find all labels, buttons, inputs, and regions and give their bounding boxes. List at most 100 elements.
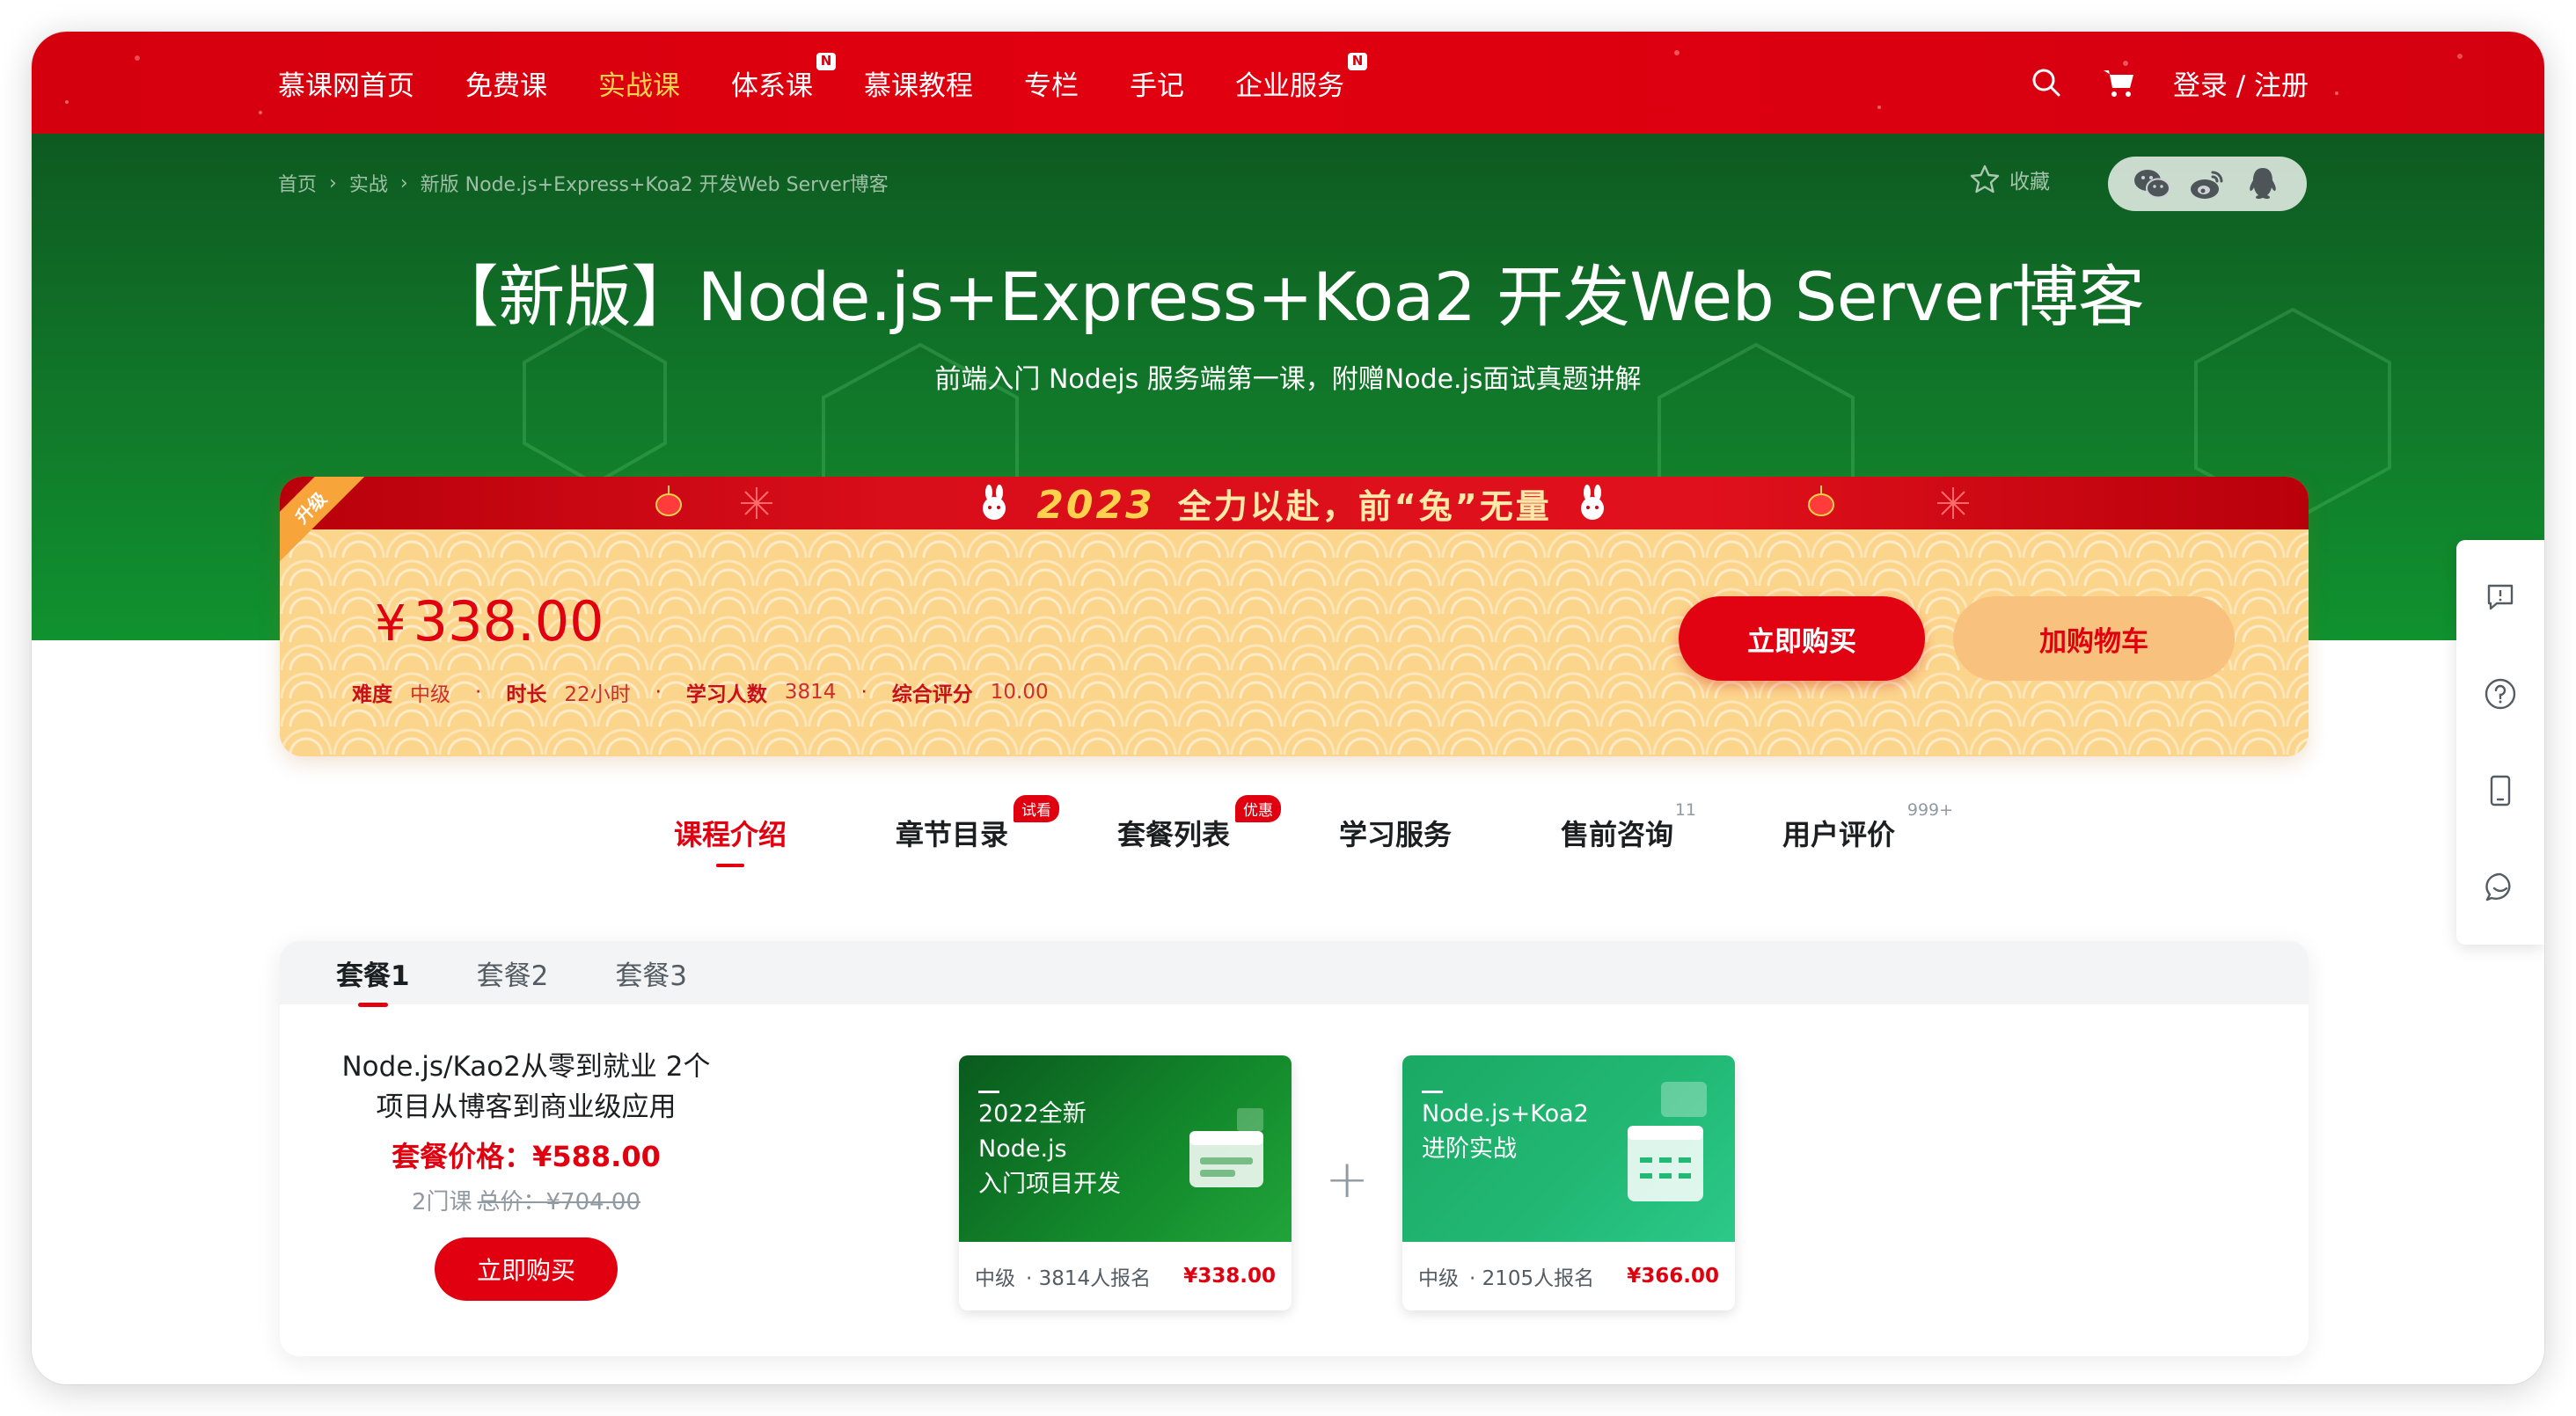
plus-sign: + bbox=[1325, 1149, 1370, 1210]
search-icon[interactable] bbox=[2029, 65, 2064, 100]
breadcrumb-current: 新版 Node.js+Express+Koa2 开发Web Server博客 bbox=[420, 174, 889, 196]
package-total: 2门课 总价：¥704.00 bbox=[411, 1189, 641, 1215]
course-level: 中级 bbox=[1418, 1267, 1459, 1290]
promo-year: 2023 bbox=[1036, 482, 1155, 528]
consultation-count: 11 bbox=[1674, 800, 1697, 820]
package-course-card[interactable]: Node.js+Koa2 进阶实战 中级 · 2105人报名 ¥366.00 bbox=[1402, 1055, 1735, 1310]
rating-value: 10.00 bbox=[990, 681, 1049, 704]
rating-label: 综合评分 bbox=[891, 683, 973, 706]
course-title: 【新版】Node.js+Express+Koa2 开发Web Server博客 bbox=[431, 258, 2145, 336]
package-tab-1[interactable]: 套餐1 bbox=[336, 953, 410, 1007]
difficulty-label: 难度 bbox=[352, 683, 392, 706]
course-subtitle: 前端入门 Nodejs 服务端第一课，附赠Node.js面试真题讲解 bbox=[934, 364, 1642, 395]
course-card-footer: 中级 · 3814人报名 ¥338.00 bbox=[959, 1242, 1292, 1310]
right-sidebar bbox=[2456, 540, 2544, 945]
package-tabs: 套餐1 套餐2 套餐3 bbox=[280, 941, 2309, 1007]
nav-link-home[interactable]: 慕课网首页 bbox=[278, 63, 414, 103]
mobile-icon[interactable] bbox=[2481, 771, 2520, 810]
learners-value: 3814 bbox=[784, 681, 837, 704]
learners-label: 学习人数 bbox=[685, 683, 767, 706]
nav-right: 登录 / 注册 bbox=[2029, 32, 2309, 134]
price-card-body: ¥338.00 难度 中级 · 时长 22小时 · 学习人数 3814 · 综合… bbox=[280, 529, 2309, 756]
top-navigation: 慕课网首页 免费课 实战课 体系课 N 慕课教程 专栏 手记 企业服务 N 登录 /… bbox=[32, 32, 2544, 134]
tab-chapters[interactable]: 章节目录 试看 bbox=[896, 795, 1059, 883]
nav-link-system[interactable]: 体系课 N bbox=[731, 52, 836, 103]
tab-reviews[interactable]: 用户评价 999+ bbox=[1782, 800, 1953, 883]
star-icon bbox=[1970, 164, 2000, 193]
nav-link-free[interactable]: 免费课 bbox=[465, 63, 547, 103]
meta-separator: · bbox=[655, 681, 662, 704]
login-register-link[interactable]: 登录 / 注册 bbox=[2173, 63, 2309, 103]
cover-title: 2022全新 Node.js 入门项目开发 bbox=[978, 1091, 1121, 1202]
breadcrumb-home[interactable]: 首页 bbox=[278, 169, 317, 197]
breadcrumb-separator: › bbox=[399, 172, 408, 194]
breadcrumb-practical[interactable]: 实战 bbox=[349, 169, 388, 197]
tab-services[interactable]: 学习服务 bbox=[1339, 813, 1452, 883]
meta-separator: · bbox=[475, 681, 482, 704]
course-card-footer: 中级 · 2105人报名 ¥366.00 bbox=[1402, 1242, 1735, 1310]
tab-consultation[interactable]: 售前咨询 11 bbox=[1561, 800, 1696, 883]
package-buy-button[interactable]: 立即购买 bbox=[435, 1237, 618, 1301]
discount-badge: 优惠 bbox=[1235, 795, 1281, 822]
course-enrolled: · 3814人报名 bbox=[1026, 1267, 1152, 1290]
dashboard-icon bbox=[1628, 1082, 1707, 1201]
browser-window: 慕课网首页 免费课 实战课 体系课 N 慕课教程 专栏 手记 企业服务 N 登录 /… bbox=[32, 32, 2544, 1384]
lantern-icon bbox=[655, 485, 682, 516]
course-tabs: 课程介绍 章节目录 试看 套餐列表 优惠 学习服务 售前咨询 11 用户评价 999+ bbox=[32, 795, 2544, 883]
preview-badge: 试看 bbox=[1013, 795, 1059, 822]
calendar-icon bbox=[1189, 1108, 1263, 1187]
nav-link-tutorials[interactable]: 慕课教程 bbox=[864, 63, 973, 103]
package-info: Node.js/Kao2从零到就业 2个项目从博客到商业级应用 套餐价格：¥58… bbox=[333, 1047, 720, 1301]
package-price: 套餐价格：¥588.00 bbox=[392, 1140, 661, 1173]
help-icon[interactable] bbox=[2481, 675, 2520, 713]
review-count: 999+ bbox=[1906, 800, 1954, 820]
package-tab-2[interactable]: 套餐2 bbox=[477, 953, 549, 993]
course-card-price: ¥338.00 bbox=[1183, 1265, 1276, 1288]
nav-link-practical[interactable]: 实战课 bbox=[598, 63, 680, 103]
rabbit-icon bbox=[1581, 485, 1604, 520]
package-name: Node.js/Kao2从零到就业 2个项目从博客到商业级应用 bbox=[341, 1051, 711, 1123]
course-meta: 难度 中级 · 时长 22小时 · 学习人数 3814 · 综合评分 10.00 bbox=[352, 677, 1073, 707]
new-badge: N bbox=[1348, 52, 1367, 70]
cover-title: Node.js+Koa2 进阶实战 bbox=[1422, 1091, 1589, 1167]
nav-link-enterprise[interactable]: 企业服务 N bbox=[1235, 52, 1367, 103]
lantern-icon bbox=[1808, 485, 1834, 516]
nav-link-notes[interactable]: 手记 bbox=[1130, 63, 1184, 103]
weibo-icon[interactable] bbox=[2188, 164, 2227, 203]
add-to-cart-button[interactable]: 加购物车 bbox=[1953, 596, 2235, 681]
cart-icon[interactable] bbox=[2101, 65, 2136, 100]
chat-icon[interactable] bbox=[2481, 868, 2520, 907]
firework-icon bbox=[1937, 487, 1969, 519]
nav-links: 慕课网首页 免费课 实战课 体系课 N 慕课教程 专栏 手记 企业服务 N bbox=[278, 32, 1395, 134]
rabbit-icon bbox=[983, 485, 1006, 520]
promo-slogan: 2023 全力以赴，前“兔”无量 bbox=[1036, 482, 1552, 528]
difficulty-value: 中级 bbox=[410, 683, 450, 706]
course-cover: Node.js+Koa2 进阶实战 bbox=[1402, 1055, 1735, 1242]
price-card: 2023 全力以赴，前“兔”无量 ¥338.00 难度 中级 · 时长 22小时 … bbox=[280, 477, 2309, 756]
course-cover: 2022全新 Node.js 入门项目开发 bbox=[959, 1055, 1292, 1242]
course-level: 中级 bbox=[975, 1267, 1015, 1290]
breadcrumb: 首页 › 实战 › 新版 Node.js+Express+Koa2 开发Web … bbox=[278, 169, 889, 197]
qq-icon[interactable] bbox=[2243, 164, 2282, 203]
nav-link-column[interactable]: 专栏 bbox=[1024, 63, 1079, 103]
favorite-label: 收藏 bbox=[2009, 171, 2050, 193]
package-course-card[interactable]: 2022全新 Node.js 入门项目开发 中级 · 3814人报名 ¥338.… bbox=[959, 1055, 1292, 1310]
package-panel: 套餐1 套餐2 套餐3 Node.js/Kao2从零到就业 2个项目从博客到商业… bbox=[280, 941, 2309, 1356]
course-price: ¥338.00 bbox=[375, 589, 604, 653]
breadcrumb-separator: › bbox=[329, 172, 337, 194]
course-card-price: ¥366.00 bbox=[1627, 1265, 1719, 1288]
tab-packages[interactable]: 套餐列表 优惠 bbox=[1117, 795, 1281, 883]
new-badge: N bbox=[816, 52, 836, 70]
buy-now-button[interactable]: 立即购买 bbox=[1679, 596, 1925, 681]
firework-icon bbox=[741, 487, 772, 519]
promo-banner: 2023 全力以赴，前“兔”无量 bbox=[280, 477, 2309, 529]
favorite-button[interactable]: 收藏 bbox=[1969, 164, 2050, 195]
wechat-icon[interactable] bbox=[2133, 164, 2171, 203]
share-bar bbox=[2108, 157, 2307, 211]
feedback-icon[interactable] bbox=[2481, 578, 2520, 617]
package-tab-3[interactable]: 套餐3 bbox=[615, 953, 687, 993]
meta-separator: · bbox=[860, 681, 867, 704]
course-enrolled: · 2105人报名 bbox=[1469, 1267, 1595, 1290]
duration-value: 22小时 bbox=[564, 683, 631, 706]
tab-introduction[interactable]: 课程介绍 bbox=[674, 813, 787, 883]
